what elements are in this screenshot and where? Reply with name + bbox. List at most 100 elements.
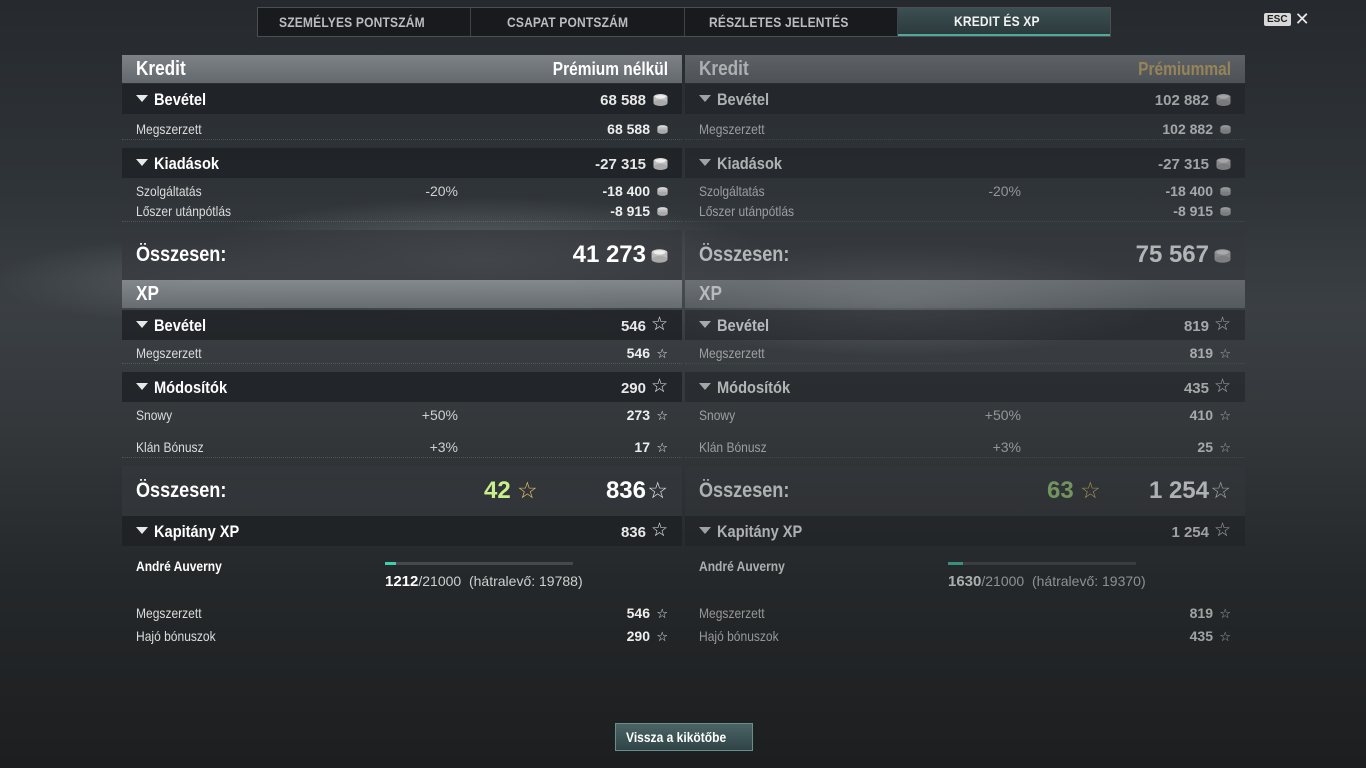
list-item: Megszerzett 546 ☆ (122, 602, 682, 624)
credit-total-row: Összesen: 75 567 (685, 230, 1245, 280)
tab-bar: SZEMÉLYES PONTSZÁM CSAPAT PONTSZÁM RÉSZL… (257, 7, 1111, 37)
bonus-xp-star-icon: ☆ (517, 477, 538, 503)
collapse-triangle-icon[interactable] (699, 159, 711, 166)
list-item: Szolgáltatás -20% -18 400 (122, 180, 682, 202)
item-value: -18 400 (602, 183, 650, 199)
xp-star-icon: ☆ (656, 629, 668, 644)
collapse-triangle-icon[interactable] (699, 527, 711, 534)
collapse-triangle-icon[interactable] (136, 95, 148, 102)
expenses-section[interactable]: Kiadások -27 315 (122, 148, 682, 178)
credit-title: Kredit (699, 58, 749, 80)
item-value: 819 (1189, 345, 1213, 361)
xp-star-icon: ☆ (656, 346, 668, 361)
xp-star-icon: ☆ (1219, 440, 1231, 455)
total-value: 75 567 (1135, 241, 1209, 268)
back-to-port-button[interactable]: Vissza a kikötőbe (615, 723, 753, 751)
captain-xp-progress-bar (385, 562, 573, 565)
captain-xp-section[interactable]: Kapitány XP 1 254 ☆ (685, 516, 1245, 546)
collapse-triangle-icon[interactable] (136, 159, 148, 166)
xp-star-icon: ☆ (647, 477, 668, 503)
list-item: Megszerzett 819 ☆ (685, 602, 1245, 624)
section-label: Kapitány XP (154, 522, 240, 541)
credit-coin-icon (1216, 94, 1231, 106)
list-item: Lőszer utánpótlás -8 915 (122, 200, 682, 222)
section-value: 102 882 (1154, 92, 1209, 109)
credit-total-row: Összesen: 41 273 (122, 230, 682, 280)
collapse-triangle-icon[interactable] (136, 321, 148, 328)
section-label: Bevétel (154, 316, 207, 335)
item-percent: +3% (429, 439, 458, 455)
xp-income-section[interactable]: Bevétel 546 ☆ (122, 310, 682, 340)
tab-credits-xp[interactable]: KREDIT ÉS XP (897, 8, 1110, 36)
max-xp: 21000 (985, 573, 1025, 589)
captain-xp-progress-text: 1212/21000 (hátralevő: 19788) (385, 573, 583, 590)
total-label: Összesen: (136, 479, 227, 502)
item-label: Megszerzett (699, 121, 765, 137)
item-value: 435 (1189, 628, 1213, 644)
total-value: 836 (605, 477, 646, 504)
collapse-triangle-icon[interactable] (136, 383, 148, 390)
item-value: -8 915 (610, 203, 650, 219)
list-item: Hajó bónuszok 435 ☆ (685, 625, 1245, 647)
item-value: 68 588 (607, 121, 650, 137)
captain-name: André Auverny (699, 558, 785, 574)
tab-personal-score[interactable]: SZEMÉLYES PONTSZÁM (258, 8, 472, 36)
item-label: Megszerzett (699, 345, 765, 361)
credit-coin-icon (1214, 249, 1231, 263)
item-value: 290 (626, 628, 650, 644)
item-label: Szolgáltatás (699, 183, 765, 199)
xp-star-icon: ☆ (1210, 477, 1231, 503)
list-item: Lőszer utánpótlás -8 915 (685, 200, 1245, 222)
modifiers-section[interactable]: Módosítók 435 ☆ (685, 372, 1245, 402)
credit-header: Kredit Prémiummal (685, 55, 1245, 83)
item-value: -18 400 (1165, 183, 1213, 199)
credit-coin-icon (657, 187, 668, 196)
xp-income-section[interactable]: Bevétel 819 ☆ (685, 310, 1245, 340)
remaining-xp: (hátralevő: 19788) (468, 573, 583, 589)
credit-coin-icon (1220, 207, 1231, 216)
premium-mode-label: Prémium nélkül (552, 59, 668, 79)
collapse-triangle-icon[interactable] (699, 383, 711, 390)
close-icon[interactable]: ✕ (1295, 10, 1310, 28)
tab-detailed-report[interactable]: RÉSZLETES JELENTÉS (685, 8, 898, 36)
item-percent: -20% (425, 183, 458, 199)
total-value: 41 273 (572, 241, 646, 268)
item-label: Snowy (699, 407, 736, 423)
section-value: -27 315 (595, 156, 646, 173)
item-label: Megszerzett (699, 605, 765, 621)
income-section[interactable]: Bevétel 102 882 (685, 84, 1245, 114)
credit-coin-icon (653, 158, 668, 170)
total-label: Összesen: (699, 243, 790, 266)
list-item: Snowy +50% 410 ☆ (685, 404, 1245, 426)
item-label: Klán Bónusz (699, 439, 767, 455)
credit-coin-icon (1220, 187, 1231, 196)
credit-coin-icon (651, 249, 668, 263)
credit-coin-icon (1220, 125, 1231, 134)
collapse-triangle-icon[interactable] (136, 527, 148, 534)
modifiers-section[interactable]: Módosítók 290 ☆ (122, 372, 682, 402)
credit-header: Kredit Prémium nélkül (122, 55, 682, 83)
item-value: 410 (1189, 407, 1213, 423)
item-label: Megszerzett (136, 605, 202, 621)
income-section[interactable]: Bevétel 68 588 (122, 84, 682, 114)
credit-title: Kredit (136, 58, 186, 80)
section-value: 546 (620, 318, 646, 335)
section-label: Módosítók (717, 378, 791, 397)
tab-team-score[interactable]: CSAPAT PONTSZÁM (471, 8, 685, 36)
max-xp: 21000 (422, 573, 462, 589)
section-value: 1 254 (1171, 524, 1209, 541)
captain-xp-section[interactable]: Kapitány XP 836 ☆ (122, 516, 682, 546)
captain-xp-progress-bar (948, 562, 1136, 565)
collapse-triangle-icon[interactable] (699, 321, 711, 328)
xp-star-icon: ☆ (1219, 606, 1231, 621)
item-label: Hajó bónuszok (136, 628, 216, 644)
collapse-triangle-icon[interactable] (699, 95, 711, 102)
credit-coin-icon (657, 125, 668, 134)
list-item: Szolgáltatás -20% -18 400 (685, 180, 1245, 202)
xp-star-icon: ☆ (1213, 314, 1231, 335)
total-value: 1 254 (1148, 477, 1209, 504)
expenses-section[interactable]: Kiadások -27 315 (685, 148, 1245, 178)
section-value: 68 588 (600, 92, 646, 109)
esc-close-button[interactable]: ESC ✕ (1264, 10, 1310, 28)
xp-star-icon: ☆ (650, 376, 668, 397)
